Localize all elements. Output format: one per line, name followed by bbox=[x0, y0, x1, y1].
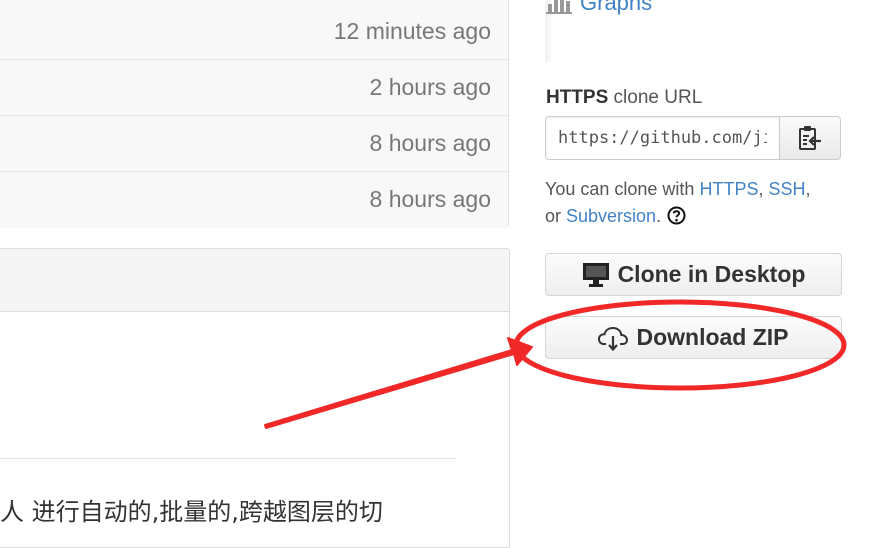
cloud-download-icon bbox=[598, 325, 629, 351]
graphs-link[interactable]: Graphs bbox=[546, 0, 652, 18]
bar-chart-icon bbox=[546, 0, 572, 14]
question-icon[interactable] bbox=[667, 206, 686, 225]
file-row[interactable]: 8 hours ago bbox=[0, 172, 508, 228]
file-age: 12 minutes ago bbox=[333, 18, 491, 44]
clipboard-icon bbox=[799, 126, 821, 150]
copy-url-button[interactable] bbox=[779, 116, 841, 160]
readme-divider bbox=[0, 458, 456, 459]
https-link[interactable]: HTTPS bbox=[699, 179, 758, 199]
file-age: 8 hours ago bbox=[369, 186, 491, 212]
readme-panel: 人 进行自动的,批量的,跨越图层的切 bbox=[0, 248, 510, 548]
help-or: or bbox=[545, 206, 567, 226]
clone-in-desktop-button[interactable]: Clone in Desktop bbox=[545, 253, 842, 296]
file-row[interactable]: 8 hours ago bbox=[0, 116, 508, 172]
download-zip-label: Download ZIP bbox=[636, 324, 789, 350]
subversion-link[interactable]: Subversion bbox=[566, 206, 656, 226]
help-sep: , bbox=[758, 179, 769, 199]
file-list: 12 minutes ago 2 hours ago 8 hours ago 8… bbox=[0, 0, 509, 228]
help-sep: , bbox=[805, 179, 811, 199]
clone-title-rest: clone URL bbox=[608, 87, 703, 108]
ssh-link[interactable]: SSH bbox=[768, 179, 805, 199]
file-row[interactable]: 2 hours ago bbox=[0, 60, 508, 116]
clone-help-text: You can clone with HTTPS, SSH, or Subvers… bbox=[545, 176, 845, 230]
readme-header bbox=[0, 249, 509, 312]
file-age: 2 hours ago bbox=[369, 74, 491, 100]
monitor-icon bbox=[582, 262, 610, 288]
help-dot: . bbox=[656, 206, 662, 226]
file-age: 8 hours ago bbox=[369, 130, 491, 156]
help-prefix: You can clone with bbox=[545, 179, 700, 199]
readme-text: 人 进行自动的,批量的,跨越图层的切 bbox=[0, 498, 383, 526]
clone-url-title: HTTPS clone URL bbox=[546, 87, 702, 109]
clone-url-group bbox=[545, 116, 841, 160]
download-zip-button[interactable]: Download ZIP bbox=[545, 316, 842, 359]
graphs-label: Graphs bbox=[580, 0, 653, 15]
clone-in-desktop-label: Clone in Desktop bbox=[617, 261, 806, 287]
clone-url-input[interactable] bbox=[545, 116, 780, 160]
file-row[interactable]: 12 minutes ago bbox=[0, 4, 508, 60]
clone-protocol: HTTPS bbox=[546, 87, 609, 108]
